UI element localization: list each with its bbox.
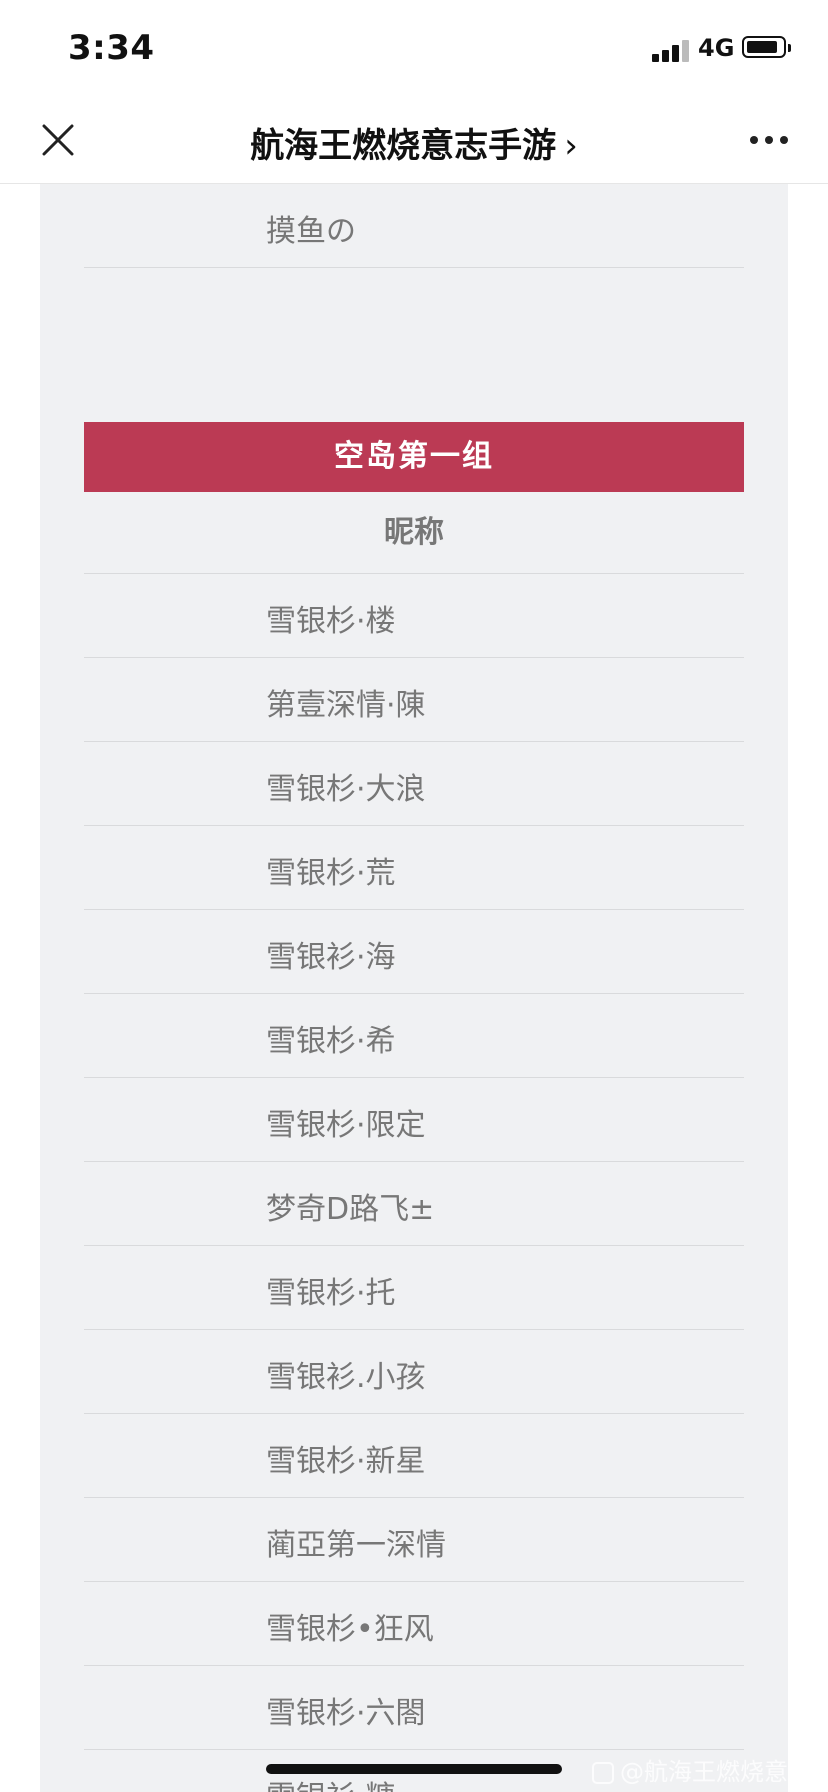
table-row: 梦奇D路飞± [84,1162,744,1246]
status-bar: 3:34 4G [0,0,828,96]
member-name: 雪银杉•狂风 [266,1612,434,1647]
weibo-icon [592,1762,614,1784]
battery-icon [742,36,791,58]
member-name: 蔺亞第一深情 [266,1528,446,1563]
member-name: 雪银衫·糖 [266,1772,396,1792]
member-name: 雪银杉·六閤 [266,1696,426,1731]
table-row: 蔺亞第一深情 [84,1498,744,1582]
watermark: @航海王燃烧意志 [592,1752,812,1787]
status-time: 3:34 [68,28,155,68]
previous-row: 摸鱼の [84,184,744,268]
member-name: 第壹深情·陳 [266,688,426,723]
nav-bar: 航海王燃烧意志手游 › [0,96,828,184]
member-name: 梦奇D路飞± [266,1192,435,1227]
nav-title-link[interactable]: 航海王燃烧意志手游 › [0,118,828,167]
table-row: 雪银衫·海 [84,910,744,994]
member-name: 雪银杉·限定 [266,1108,426,1143]
watermark-text: @航海王燃烧意志 [620,1758,812,1786]
member-name: 摸鱼の [266,214,356,249]
column-header-nickname: 昵称 [84,492,744,574]
member-name: 雪银杉·新星 [266,1444,426,1479]
table-row: 雪银杉·大浪 [84,742,744,826]
cellular-signal-icon [652,38,690,62]
member-name: 雪银衫·海 [266,940,396,975]
member-name: 雪银杉·希 [266,1024,396,1059]
table-row: 雪银杉·六閤 [84,1666,744,1750]
more-options-icon[interactable] [750,136,790,146]
table-row: 雪银杉·荒 [84,826,744,910]
member-name: 雪银杉·托 [266,1276,396,1311]
member-name: 雪银杉·荒 [266,856,396,891]
home-indicator [266,1764,562,1774]
table-row: 雪银杉·限定 [84,1078,744,1162]
table-row: 雪银杉·希 [84,994,744,1078]
table-row: 雪银杉·新星 [84,1414,744,1498]
member-name: 雪银衫.小孩 [266,1360,426,1395]
article-content[interactable]: 摸鱼の 空岛第一组 昵称 雪银杉·楼第壹深情·陳 雪银杉·大浪 雪银杉·荒雪银衫·海… [0,184,828,1792]
member-name: 雪银杉·楼 [266,604,396,639]
network-type: 4G [698,34,735,62]
chevron-right-icon: › [564,126,578,166]
member-name: 雪银杉·大浪 [266,772,426,807]
group-header: 空岛第一组 [84,422,744,492]
page-title: 航海王燃烧意志手游 [250,126,557,166]
table-row: 雪银杉•狂风 [84,1582,744,1666]
table-row: 雪银杉·托 [84,1246,744,1330]
table-row: 第壹深情·陳 [84,658,744,742]
table-row: 雪银衫.小孩 [84,1330,744,1414]
table-row: 雪银杉·楼 [84,574,744,658]
